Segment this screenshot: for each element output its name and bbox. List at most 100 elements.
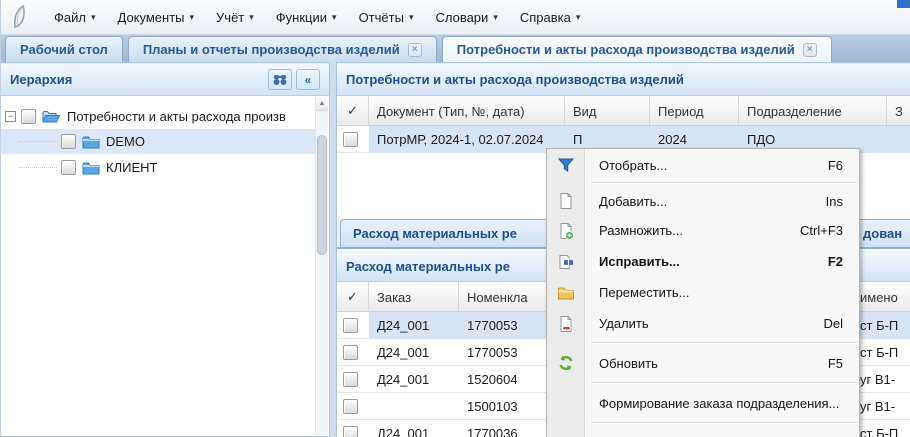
menu-item-refresh[interactable]: Обновить F5 xyxy=(547,347,859,379)
collapse-panel-button[interactable]: « xyxy=(296,69,320,90)
app-logo-icon xyxy=(9,4,33,30)
menu-item-move[interactable]: Переместить... xyxy=(547,277,859,308)
row-checkbox[interactable] xyxy=(343,399,358,414)
menu-item-shortcut: F5 xyxy=(828,356,843,371)
menu-separator xyxy=(547,339,859,347)
main-grid-header: ✓ Документ (Тип, №, дата) Вид Период Под… xyxy=(337,96,910,126)
menu-item-label: Переместить... xyxy=(599,285,843,300)
tree-checkbox[interactable] xyxy=(61,134,76,149)
menu-item-edit[interactable]: Исправить... F2 xyxy=(547,246,859,277)
document-tabbar: Рабочий стол Планы и отчеты производства… xyxy=(1,35,910,62)
tree-node-root[interactable]: − Потребности и акты расхода произв xyxy=(1,104,315,129)
column-header-period[interactable]: Период xyxy=(650,96,739,126)
menubar-item-help[interactable]: Справка ▾ xyxy=(509,4,592,31)
refresh-icon xyxy=(557,354,575,372)
tab-desktop[interactable]: Рабочий стол xyxy=(5,36,123,62)
cell-order[interactable]: Д24_001 xyxy=(369,366,459,393)
tab-close-icon[interactable]: × xyxy=(803,43,817,57)
tab-label: Рабочий стол xyxy=(20,42,108,57)
column-header-document[interactable]: Документ (Тип, №, дата) xyxy=(369,96,565,126)
row-checkbox[interactable] xyxy=(343,426,358,437)
row-check-cell[interactable] xyxy=(337,420,369,437)
menubar: Файл ▾ Документы ▾ Учёт ▾ Функции ▾ Отчё… xyxy=(1,0,910,35)
tree-checkbox[interactable] xyxy=(61,160,76,175)
search-button[interactable] xyxy=(268,69,292,90)
menu-item-form-division-order[interactable]: Формирование заказа подразделения... xyxy=(547,387,859,419)
dropdown-arrow-icon: ▾ xyxy=(576,13,581,22)
menubar-item-documents[interactable]: Документы ▾ xyxy=(107,4,206,31)
menubar-item-dictionaries[interactable]: Словари ▾ xyxy=(424,4,508,31)
cell-order[interactable] xyxy=(887,126,910,153)
menubar-item-functions[interactable]: Функции ▾ xyxy=(265,4,348,31)
row-check-cell[interactable] xyxy=(337,393,369,420)
menu-separator xyxy=(547,379,859,387)
tree-node-client[interactable]: КЛИЕНТ xyxy=(1,155,315,180)
row-checkbox[interactable] xyxy=(343,132,358,147)
cell-order[interactable]: Д24_001 xyxy=(369,420,459,437)
scrollbar-thumb[interactable] xyxy=(317,135,327,255)
row-checkbox[interactable] xyxy=(343,345,358,360)
tree-node-demo[interactable]: DEMO xyxy=(1,129,315,154)
duplicate-page-icon xyxy=(557,222,575,240)
menu-item-shortcut: Ctrl+F3 xyxy=(800,223,843,238)
dropdown-arrow-icon: ▾ xyxy=(91,13,96,22)
hierarchy-tree: − Потребности и акты расхода произв xyxy=(1,96,315,436)
menu-item-label: Обновить xyxy=(599,356,828,371)
tree-node-label: КЛИЕНТ xyxy=(106,160,157,175)
row-checkbox[interactable] xyxy=(343,372,358,387)
column-header-division[interactable]: Подразделение xyxy=(739,96,887,126)
menu-item-label: Отобрать... xyxy=(599,158,828,173)
row-check-cell[interactable] xyxy=(337,366,369,393)
edit-icon xyxy=(557,253,575,271)
menubar-item-reports[interactable]: Отчёты ▾ xyxy=(348,4,425,31)
menubar-item-label: Отчёты xyxy=(359,10,404,25)
cell-document[interactable]: ПотрМР, 2024-1, 02.07.2024 xyxy=(369,126,565,153)
column-header-zakaz[interactable]: Заказ xyxy=(369,282,459,312)
tab-label: Потребности и акты расхода производства … xyxy=(457,42,795,57)
menu-item-label: Формирование заказа подразделения... xyxy=(599,396,843,411)
row-check-cell[interactable] xyxy=(337,339,369,366)
menu-item-add[interactable]: Добавить... Ins xyxy=(547,187,859,215)
row-check-cell[interactable] xyxy=(337,312,369,339)
menu-separator xyxy=(547,419,859,427)
menu-item-label: Размножить... xyxy=(599,223,800,238)
hierarchy-panel-title: Иерархия xyxy=(10,72,72,87)
menu-separator xyxy=(547,179,859,187)
binoculars-icon xyxy=(273,74,287,86)
cell-order[interactable]: Д24_001 xyxy=(369,312,459,339)
tree-scrollbar[interactable]: ▲ xyxy=(315,97,328,435)
dropdown-arrow-icon: ▾ xyxy=(493,13,498,22)
dropdown-arrow-icon: ▾ xyxy=(332,13,337,22)
folder-icon xyxy=(82,135,100,149)
tree-checkbox[interactable] xyxy=(21,109,36,124)
menubar-item-label: Справка xyxy=(520,10,571,25)
scrollbar-up-icon[interactable]: ▲ xyxy=(316,97,328,111)
column-header-order[interactable]: З xyxy=(887,96,910,126)
new-page-icon xyxy=(557,192,575,210)
column-header-check[interactable]: ✓ xyxy=(337,96,369,126)
column-header-check[interactable]: ✓ xyxy=(337,282,369,312)
cell-order[interactable]: Д24_001 xyxy=(369,339,459,366)
row-checkbox[interactable] xyxy=(343,318,358,333)
menubar-item-file[interactable]: Файл ▾ xyxy=(43,4,107,31)
menu-item-filter[interactable]: Отобрать... F6 xyxy=(547,151,859,179)
tab-requirements-acts[interactable]: Потребности и акты расхода производства … xyxy=(442,36,832,62)
tab-label: Планы и отчеты производства изделий xyxy=(143,42,400,57)
row-check-cell[interactable] xyxy=(337,126,369,153)
tab-material-consumption[interactable]: Расход материальных ре xyxy=(340,219,552,247)
filter-icon xyxy=(557,156,575,174)
menu-item-delete[interactable]: Удалить Del xyxy=(547,308,859,339)
tab-plans-reports[interactable]: Планы и отчеты производства изделий × xyxy=(128,36,437,62)
tree-collapse-icon[interactable]: − xyxy=(5,111,16,122)
folder-icon xyxy=(82,161,100,175)
menubar-item-accounting[interactable]: Учёт ▾ xyxy=(205,4,265,31)
hierarchy-panel: Иерархия « − xyxy=(1,62,330,437)
cell-order[interactable] xyxy=(369,393,459,420)
menu-item-duplicate[interactable]: Размножить... Ctrl+F3 xyxy=(547,215,859,246)
tab-close-icon[interactable]: × xyxy=(408,43,422,57)
application-window: Файл ▾ Документы ▾ Учёт ▾ Функции ▾ Отчё… xyxy=(0,0,910,437)
menubar-item-label: Учёт xyxy=(216,10,244,25)
tab-label: дован xyxy=(863,226,902,241)
column-header-vid[interactable]: Вид xyxy=(565,96,650,126)
menu-item-shortcut: F6 xyxy=(828,158,843,173)
